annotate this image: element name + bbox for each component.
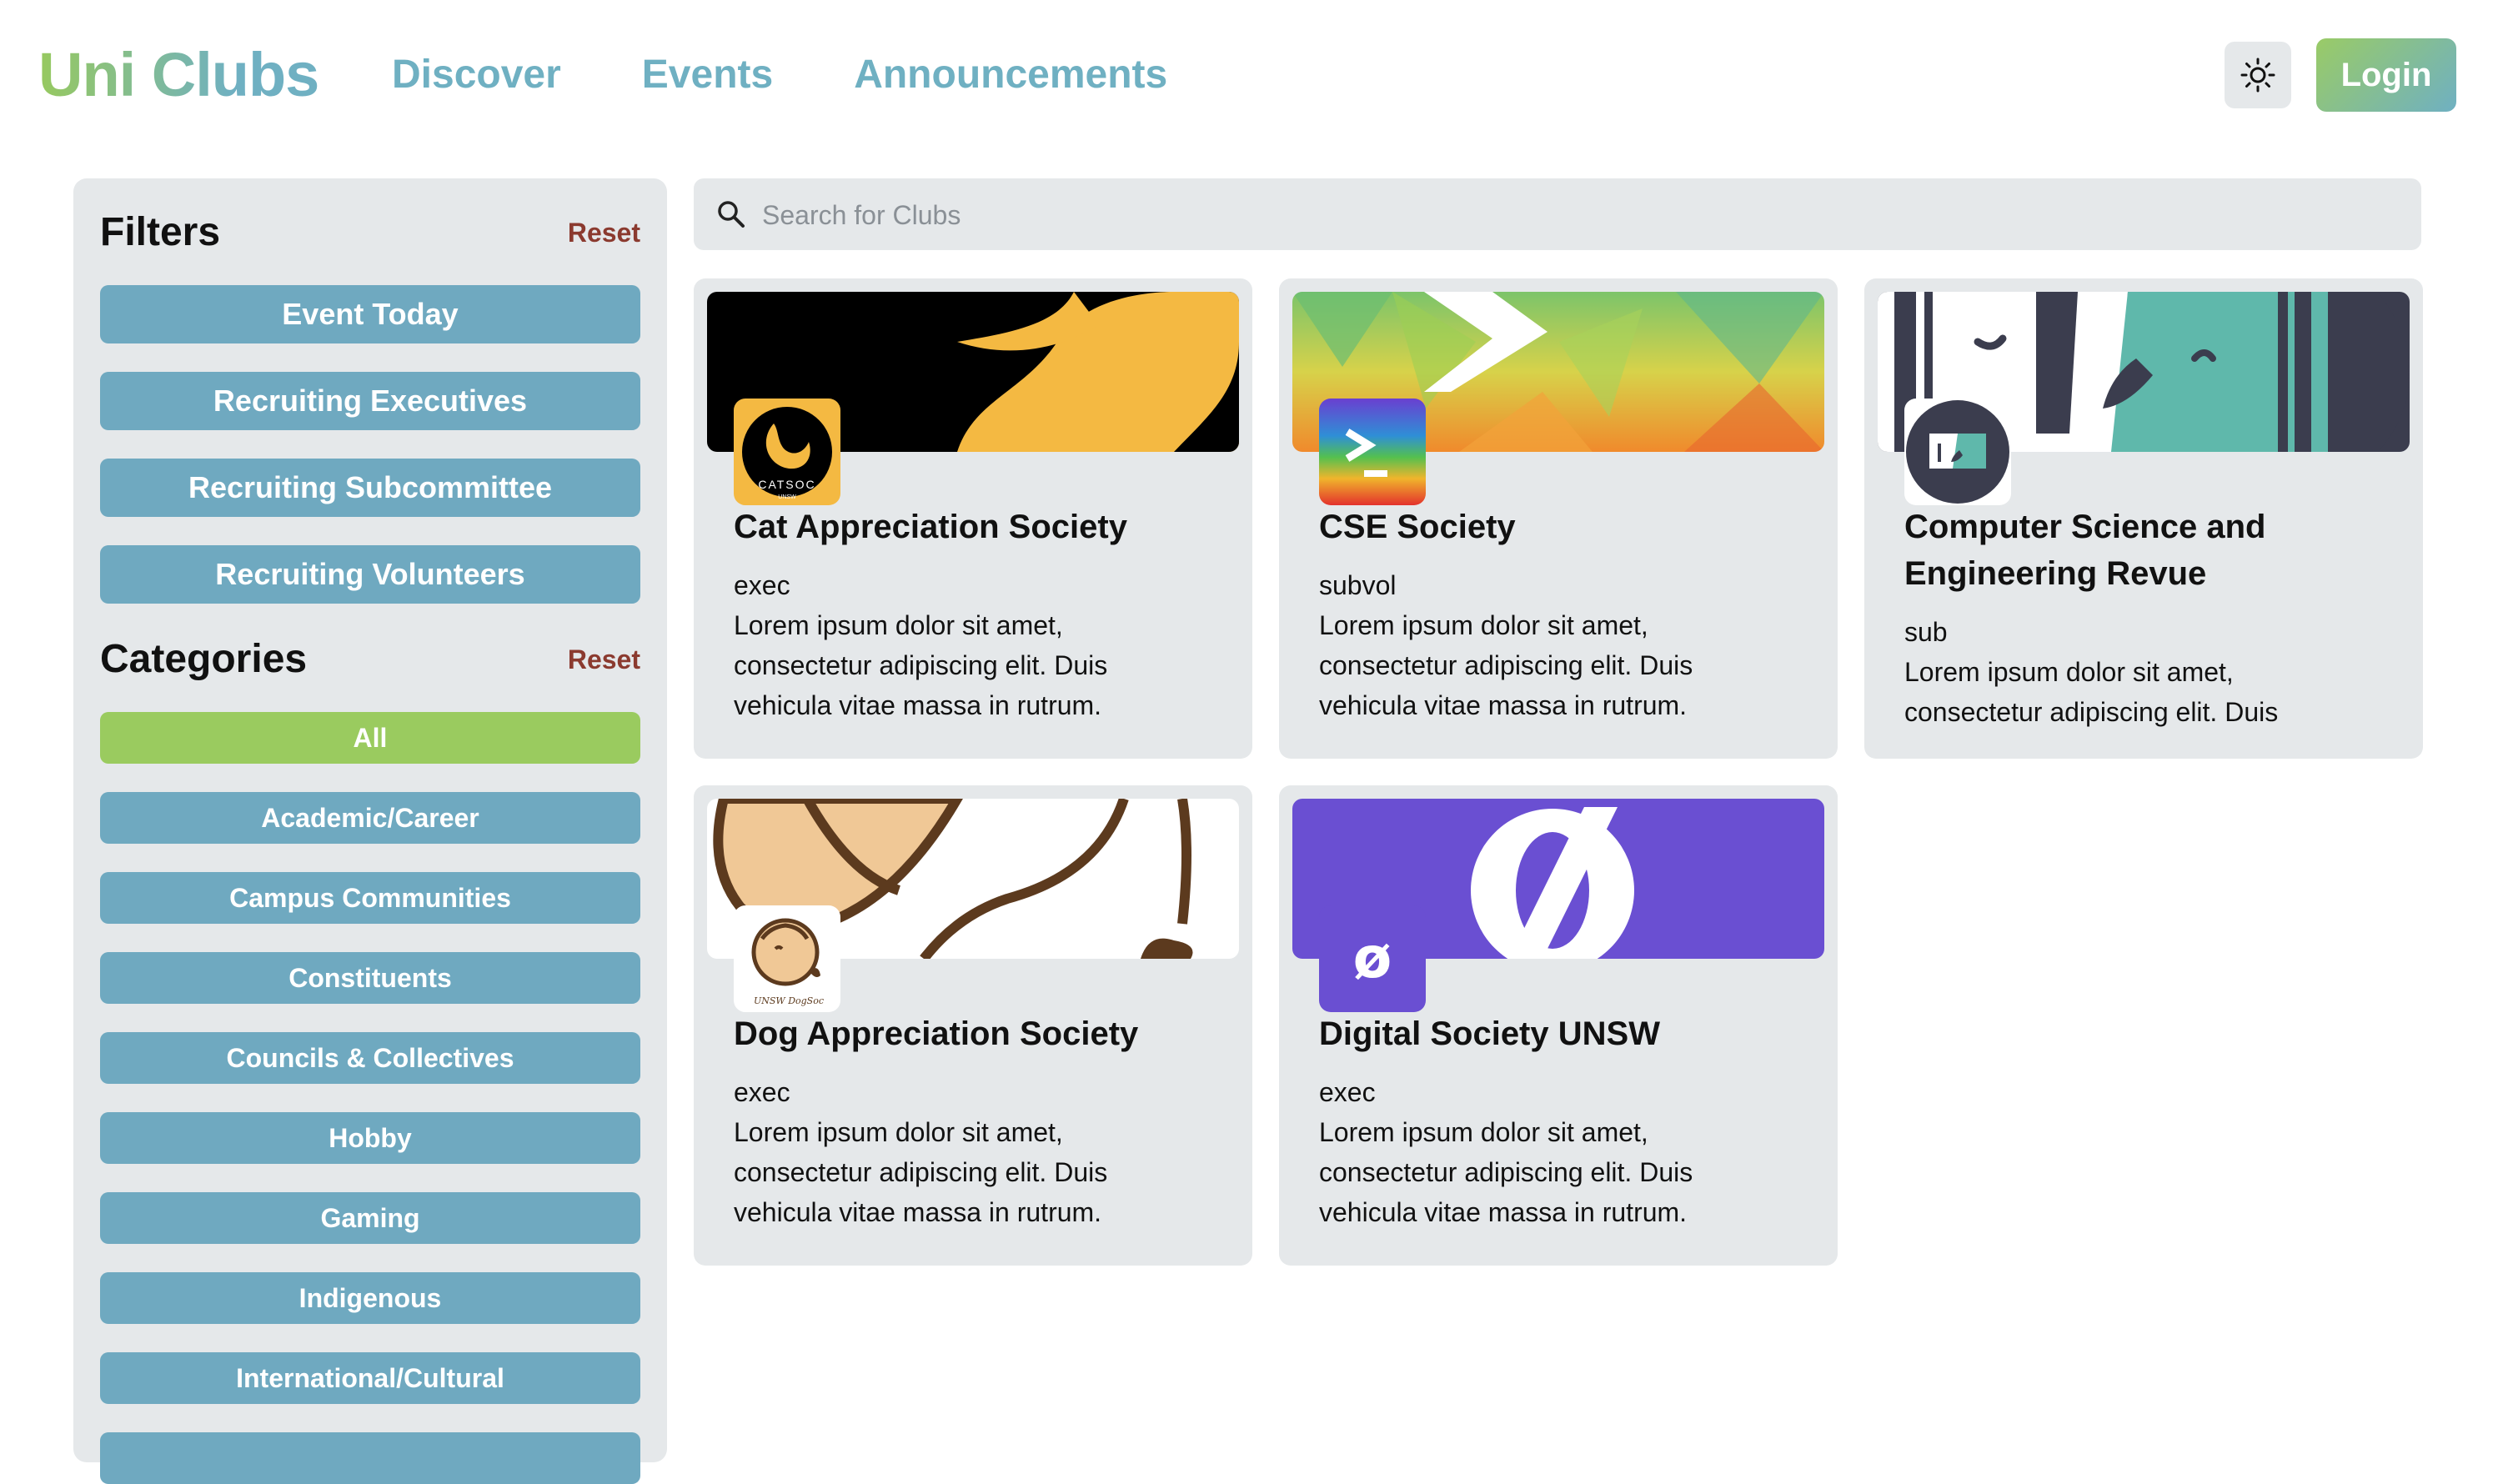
club-description: Lorem ipsum dolor sit amet, consectetur …	[734, 1117, 1108, 1227]
club-description: Lorem ipsum dolor sit amet, consectetur …	[1904, 657, 2279, 727]
svg-text:UNSW: UNSW	[778, 494, 796, 500]
category-more[interactable]	[100, 1432, 640, 1484]
club-card-cat-appreciation-society[interactable]: CATSOC UNSW Cat Appreciation Society exe…	[694, 278, 1252, 759]
categories-reset-button[interactable]: Reset	[568, 630, 640, 689]
filter-recruiting-executives[interactable]: Recruiting Executives	[100, 372, 640, 430]
filter-sidebar: Filters Reset Event Today Recruiting Exe…	[73, 178, 667, 1484]
nav-discover[interactable]: Discover	[392, 33, 561, 117]
club-logo	[1904, 399, 2011, 505]
category-hobby[interactable]: Hobby	[100, 1112, 640, 1164]
club-role: sub	[1904, 617, 1948, 647]
filters-title: Filters	[100, 210, 221, 254]
search-bar	[694, 178, 2421, 252]
club-name: CSE Society	[1319, 509, 1516, 545]
svg-text:CATSOC: CATSOC	[758, 478, 815, 491]
filters-header: Filters Reset	[100, 203, 640, 262]
club-role: exec	[1319, 1077, 1376, 1107]
categories-title: Categories	[100, 637, 308, 681]
club-logo: ø	[1319, 905, 1426, 1012]
search-icon	[718, 201, 745, 228]
sun-icon	[2240, 58, 2275, 93]
club-description: Lorem ipsum dolor sit amet, consectetur …	[1319, 610, 1693, 720]
club-role: subvol	[1319, 570, 1397, 600]
category-constituents[interactable]: Constituents	[100, 952, 640, 1004]
nav-events[interactable]: Events	[642, 33, 773, 117]
club-name: Digital Society UNSW	[1319, 1015, 1660, 1052]
club-name: Cat Appreciation Society	[734, 509, 1127, 545]
club-name: Dog Appreciation Society	[734, 1015, 1139, 1052]
digital-society-logo-glyph: ø	[1353, 925, 1392, 991]
club-card-cse-society[interactable]: CSE Society subvol Lorem ipsum dolor sit…	[1279, 278, 1838, 759]
filter-recruiting-subcommittee[interactable]: Recruiting Subcommittee	[100, 459, 640, 517]
category-gaming[interactable]: Gaming	[100, 1192, 640, 1244]
filters-reset-button[interactable]: Reset	[568, 203, 640, 262]
club-card-digital-society-unsw[interactable]: ø Digital Society UNSW exec Lorem ipsum …	[1279, 785, 1838, 1266]
category-campus-communities[interactable]: Campus Communities	[100, 872, 640, 924]
club-description: Lorem ipsum dolor sit amet, consectetur …	[1319, 1117, 1693, 1227]
club-name: Computer Science and Engineering Revue	[1904, 509, 2266, 592]
search-input[interactable]	[760, 178, 2398, 252]
svg-text:UNSW DogSoc: UNSW DogSoc	[754, 995, 824, 1006]
app-logo[interactable]: Uni Clubs	[38, 33, 319, 117]
club-logo: UNSW DogSoc	[734, 905, 840, 1012]
category-all[interactable]: All	[100, 712, 640, 764]
filter-event-today[interactable]: Event Today	[100, 285, 640, 343]
club-role: exec	[734, 570, 790, 600]
club-card-cse-revue[interactable]: Computer Science and Engineering Revue s…	[1864, 278, 2423, 759]
category-international-cultural[interactable]: International/Cultural	[100, 1352, 640, 1404]
category-indigenous[interactable]: Indigenous	[100, 1272, 640, 1324]
main-nav: Discover Events Announcements	[392, 33, 1167, 117]
filter-recruiting-volunteers[interactable]: Recruiting Volunteers	[100, 545, 640, 604]
nav-announcements[interactable]: Announcements	[854, 33, 1167, 117]
club-logo: CATSOC UNSW	[734, 399, 840, 505]
categories-header: Categories Reset	[100, 630, 640, 689]
login-button[interactable]: Login	[2316, 38, 2456, 112]
club-logo	[1319, 399, 1426, 505]
club-card-dog-appreciation-society[interactable]: UNSW DogSoc Dog Appreciation Society exe…	[694, 785, 1252, 1266]
category-councils-collectives[interactable]: Councils & Collectives	[100, 1032, 640, 1084]
category-academic-career[interactable]: Academic/Career	[100, 792, 640, 844]
club-role: exec	[734, 1077, 790, 1107]
theme-toggle-button[interactable]	[2225, 42, 2291, 108]
club-description: Lorem ipsum dolor sit amet, consectetur …	[734, 610, 1108, 720]
